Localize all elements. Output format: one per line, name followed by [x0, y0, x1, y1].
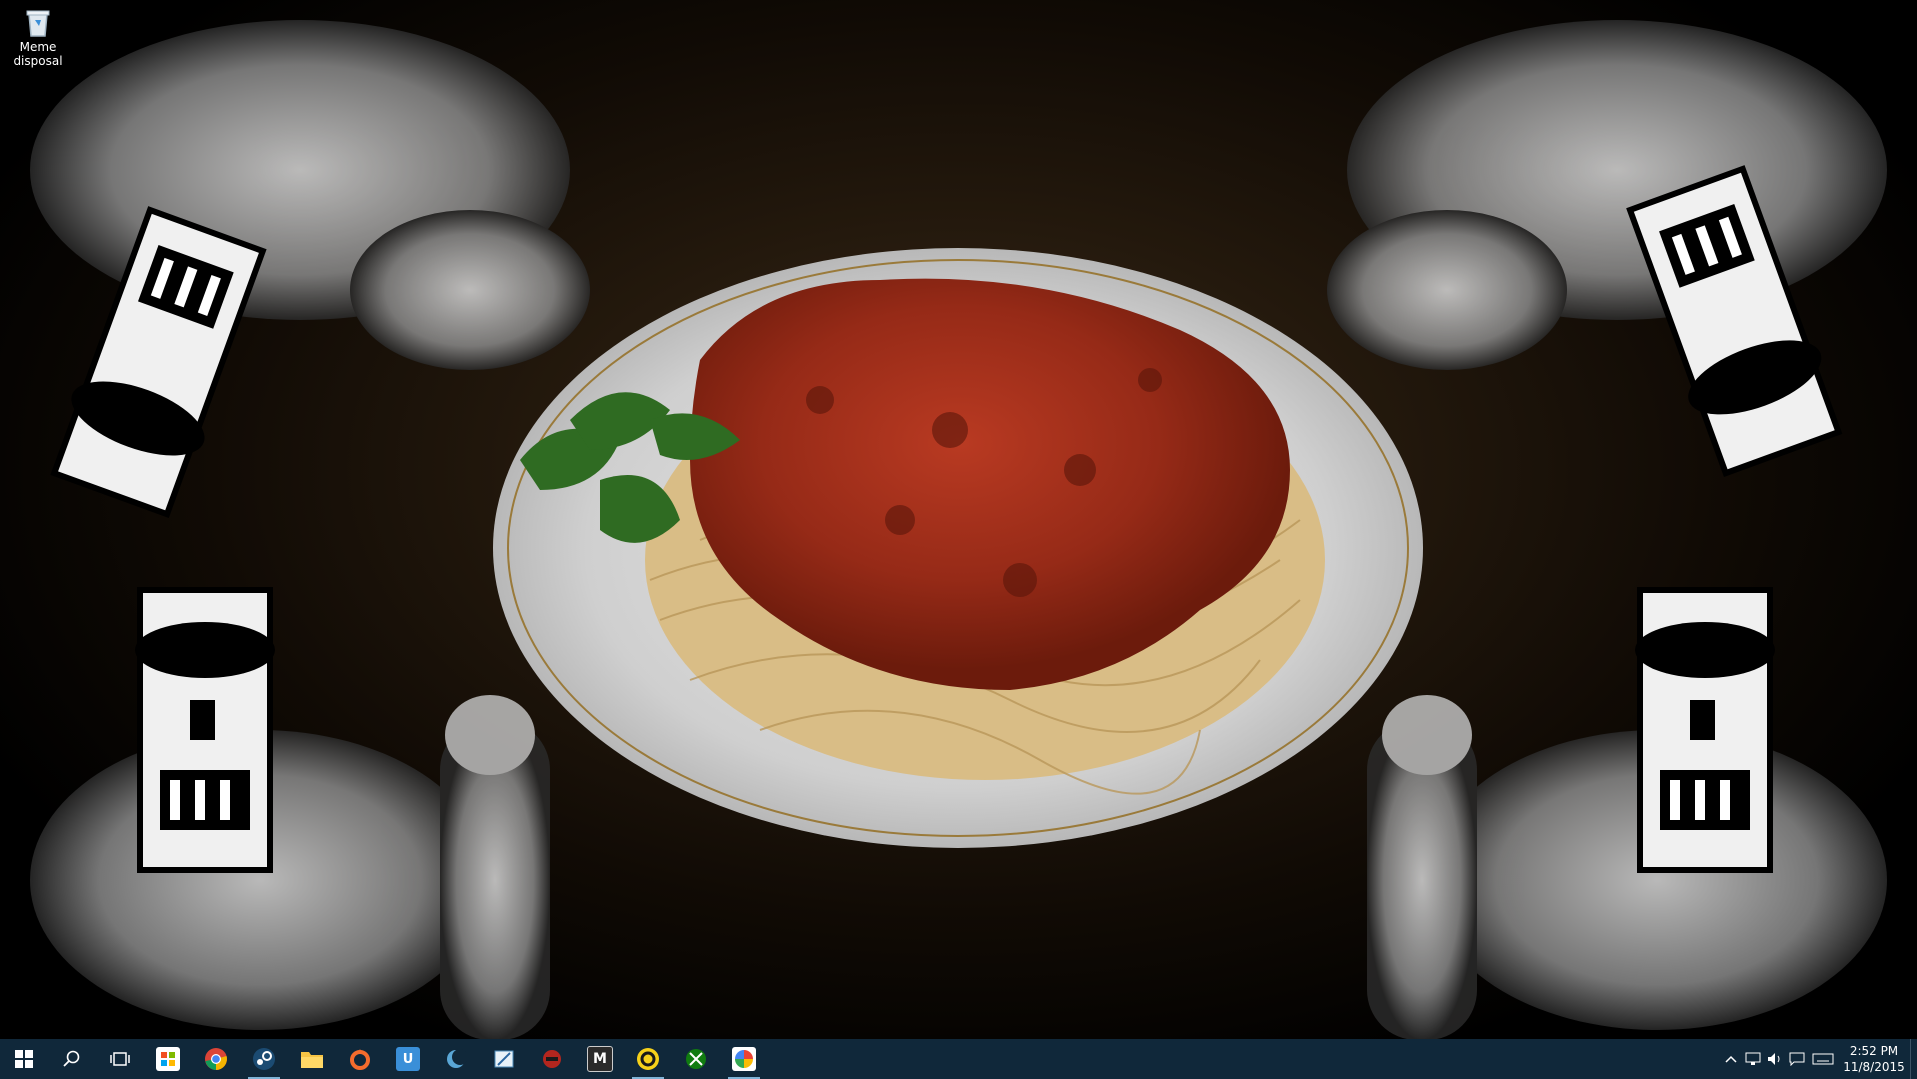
- muscle-figure-top-right: [1327, 20, 1887, 370]
- taskbar-origin[interactable]: [336, 1039, 384, 1079]
- wallpaper-image: [30, 20, 1887, 1039]
- clock-time: 2:52 PM: [1849, 1044, 1899, 1058]
- yellow-app-icon: [636, 1047, 660, 1071]
- steam-icon: [252, 1047, 276, 1071]
- action-center-icon[interactable]: [1786, 1039, 1808, 1079]
- m-app-icon: M: [587, 1046, 613, 1072]
- taskbar-steam[interactable]: [240, 1039, 288, 1079]
- taskbar-red-game[interactable]: [528, 1039, 576, 1079]
- picasa-icon: [732, 1047, 756, 1071]
- network-icon[interactable]: [1742, 1039, 1764, 1079]
- taskbar-chrome[interactable]: [192, 1039, 240, 1079]
- taskbar-file-explorer[interactable]: [288, 1039, 336, 1079]
- show-desktop-button[interactable]: [1910, 1039, 1917, 1079]
- taskbar-picasa[interactable]: [720, 1039, 768, 1079]
- chevron-up-icon[interactable]: [1720, 1039, 1742, 1079]
- task-view-button[interactable]: [96, 1039, 144, 1079]
- taskbar-uplay[interactable]: U: [384, 1039, 432, 1079]
- taskbar-m-app[interactable]: M: [576, 1039, 624, 1079]
- desktop-icon-label: Meme disposal: [13, 40, 63, 68]
- clock[interactable]: 2:52 PM 11/8/2015: [1838, 1043, 1910, 1075]
- start-button[interactable]: [0, 1039, 48, 1079]
- file-explorer-icon: [300, 1047, 324, 1071]
- taskbar-moon-app[interactable]: [432, 1039, 480, 1079]
- taskbar-editor[interactable]: [480, 1039, 528, 1079]
- desktop[interactable]: Meme disposal: [0, 0, 1917, 1039]
- search-icon: [63, 1050, 80, 1067]
- keyboard-icon[interactable]: [1808, 1039, 1838, 1079]
- chrome-icon: [204, 1047, 228, 1071]
- system-tray: 2:52 PM 11/8/2015: [1720, 1039, 1917, 1079]
- spaghetti-plate: [493, 248, 1423, 848]
- store-icon: [156, 1047, 180, 1071]
- task-view-icon: [110, 1052, 130, 1066]
- editor-icon: [492, 1047, 516, 1071]
- muscle-figure-bottom-left: [30, 695, 550, 1039]
- taskbar-store[interactable]: [144, 1039, 192, 1079]
- taskbar: U M 2:52 PM 11/8/2015: [0, 1039, 1917, 1079]
- search-button[interactable]: [48, 1039, 96, 1079]
- taskbar-yellow-app[interactable]: [624, 1039, 672, 1079]
- xbox-icon: [684, 1047, 708, 1071]
- clock-date: 11/8/2015: [1843, 1060, 1905, 1074]
- pixel-skull-right-lower: [1635, 587, 1775, 873]
- volume-icon[interactable]: [1764, 1039, 1786, 1079]
- windows-start-icon: [15, 1050, 33, 1068]
- desktop-icon-meme-disposal[interactable]: Meme disposal: [8, 6, 68, 68]
- recycle-bin-icon: [23, 6, 53, 38]
- origin-icon: [348, 1047, 372, 1071]
- pixel-skull-left-lower: [135, 587, 275, 873]
- red-game-icon: [540, 1047, 564, 1071]
- muscle-figure-bottom-right: [1367, 695, 1887, 1039]
- uplay-icon: U: [396, 1047, 420, 1071]
- taskbar-xbox[interactable]: [672, 1039, 720, 1079]
- moon-app-icon: [444, 1047, 468, 1071]
